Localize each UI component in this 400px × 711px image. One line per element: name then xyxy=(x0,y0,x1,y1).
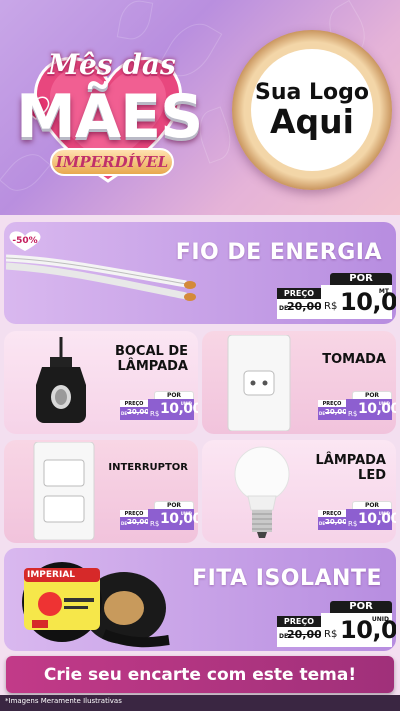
old-price: 20,00 xyxy=(325,518,348,526)
unit: UNID xyxy=(378,511,390,516)
title-line-2: MÃES xyxy=(16,82,203,152)
old-price: 20,00 xyxy=(127,408,150,416)
currency: R$ xyxy=(348,410,358,418)
por-label: POR xyxy=(330,273,392,285)
badge-text: -50% xyxy=(12,236,38,246)
por-label: POR xyxy=(352,391,392,399)
product-card-bocal: BOCAL DE LÂMPADA POR PREÇO DE 20,00 R$ 1… xyxy=(4,331,198,434)
product-name: LÂMPADA LED xyxy=(315,453,386,484)
old-price: 20,00 xyxy=(127,518,150,526)
product-name: FITA ISOLANTE xyxy=(192,566,382,591)
price-value: 10,00 xyxy=(160,511,198,527)
title-line-1: Mês das xyxy=(48,48,176,81)
logo-placeholder: Sua Logo Aqui xyxy=(232,30,392,190)
cta-button[interactable]: Crie seu encarte com este tema! xyxy=(6,656,394,693)
old-price: 20,00 xyxy=(325,408,348,416)
currency: R$ xyxy=(348,520,358,528)
price-tag: POR PREÇO DE 20,00 R$ 10,00 MT xyxy=(277,273,396,319)
unit: UNID xyxy=(180,511,192,516)
unit: UNID xyxy=(378,401,390,406)
old-price: 20,00 xyxy=(287,300,322,313)
lamp-socket-image xyxy=(36,337,86,423)
price-value: 10,00 xyxy=(160,401,198,417)
product-card-interruptor: INTERRUPTOR POR PREÇO DE 20,00 R$ 10,00 … xyxy=(4,440,198,543)
footer: *Imagens Meramente Ilustrativas xyxy=(0,695,400,711)
product-name-line-1: BOCAL DE xyxy=(114,344,188,359)
price-tag: POR PREÇO DE 20,00 R$ 10,00 UNID xyxy=(120,501,198,531)
currency: R$ xyxy=(150,520,160,528)
logo-circle: Sua Logo Aqui xyxy=(251,49,373,171)
header-banner: Mês das MÃES IMPERDÍVEL Sua Logo Aqui xyxy=(0,0,400,215)
price-tag: POR PREÇO DE 20,00 R$ 10,00 UNID xyxy=(277,601,396,647)
por-label: POR xyxy=(330,601,392,613)
switch-image xyxy=(33,442,95,540)
price-tag: POR PREÇO DE 20,00 R$ 10,00 UNID xyxy=(120,391,198,421)
product-name-line-1: LÂMPADA xyxy=(315,453,386,468)
product-name-line-2: LED xyxy=(358,467,386,483)
product-card-lampada: LÂMPADA LED POR PREÇO DE 20,00 R$ 10,00 … xyxy=(202,440,396,543)
product-card-tomada: TOMADA POR PREÇO DE 20,00 R$ 10,00 UNID xyxy=(202,331,396,434)
product-name: FIO DE ENERGIA xyxy=(175,240,382,265)
por-label: POR xyxy=(352,501,392,509)
unit: UNID xyxy=(180,401,192,406)
disclaimer-text: *Imagens Meramente Ilustrativas xyxy=(5,697,122,705)
mothers-day-title: Mês das MÃES IMPERDÍVEL xyxy=(8,40,208,190)
cta-text: Crie seu encarte com este tema! xyxy=(43,664,357,685)
product-name: INTERRUPTOR xyxy=(108,462,188,473)
por-label: POR xyxy=(154,501,194,509)
led-bulb-image xyxy=(234,446,290,538)
outlet-image xyxy=(227,335,291,431)
ribbon-text: IMPERDÍVEL xyxy=(55,153,169,171)
logo-text-line-2: Aqui xyxy=(270,101,354,141)
old-price: 20,00 xyxy=(287,628,322,641)
currency: R$ xyxy=(324,629,338,640)
price-value: 10,00 xyxy=(358,401,396,417)
title-ribbon: IMPERDÍVEL xyxy=(50,148,174,176)
product-name: TOMADA xyxy=(322,352,386,367)
unit: MT xyxy=(378,288,389,295)
unit: UNID xyxy=(371,616,389,623)
tape-brand: IMPERIAL xyxy=(27,570,76,580)
product-card-fio: FIO DE ENERGIA POR PREÇO DE 20,00 R$ 10,… xyxy=(4,222,396,324)
product-name-line-2: LÂMPADA xyxy=(117,358,188,374)
preco-label: PREÇO xyxy=(277,616,321,627)
currency: R$ xyxy=(150,410,160,418)
product-name: BOCAL DE LÂMPADA xyxy=(114,344,188,375)
discount-badge: -50% xyxy=(8,230,42,252)
insulating-tape-image xyxy=(22,562,170,648)
product-card-fita: IMPERIAL FITA ISOLANTE POR PREÇO DE 20,0… xyxy=(4,548,396,651)
price-tag: POR PREÇO DE 20,00 R$ 10,00 UNID xyxy=(318,391,396,421)
price-value: 10,00 xyxy=(358,511,396,527)
preco-label: PREÇO xyxy=(277,288,321,299)
currency: R$ xyxy=(324,301,338,312)
por-label: POR xyxy=(154,391,194,399)
price-tag: POR PREÇO DE 20,00 R$ 10,00 UNID xyxy=(318,501,396,531)
